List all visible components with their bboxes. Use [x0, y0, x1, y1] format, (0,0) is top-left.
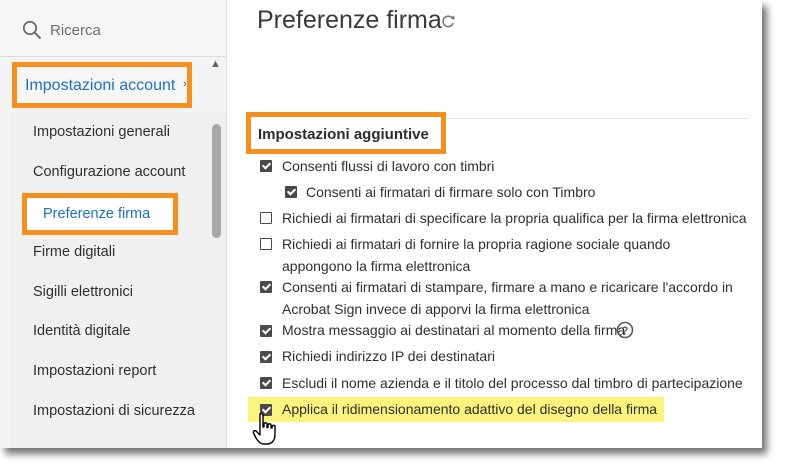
option-label: Applica il ridimensionamento adattivo de…	[282, 401, 658, 417]
sidebar-scrollbar[interactable]	[212, 124, 221, 238]
option-label: Richiedi indirizzo IP dei destinatari	[282, 348, 495, 364]
chevron-icon: ›	[183, 78, 187, 90]
option-label: Richiedi ai firmatari di specificare la …	[282, 210, 747, 226]
app-window: Impostazioni account › ▲ Impostazioni ge…	[0, 0, 762, 448]
option-label: Consenti flussi di lavoro con timbri	[282, 158, 495, 174]
option-label: Escludi il nome azienda e il titolo del …	[282, 375, 743, 391]
checkbox-exclude-company[interactable]	[260, 377, 272, 389]
page-title: Preferenze firma	[257, 6, 442, 34]
sidebar-item-account-setup[interactable]: Configurazione account	[33, 164, 185, 180]
svg-text:?: ?	[622, 325, 629, 337]
search-box	[0, 0, 226, 57]
search-icon	[22, 20, 42, 40]
checkbox-signer-company[interactable]	[260, 238, 272, 250]
sidebar-item-general-settings[interactable]: Impostazioni generali	[33, 124, 170, 140]
option-label: Consenti ai firmatari di stampare, firma…	[282, 279, 733, 317]
section-title: Impostazioni aggiuntive	[258, 126, 429, 143]
section-header: Impostazioni aggiuntive	[246, 112, 446, 154]
sidebar-item-signature-preferences[interactable]: Preferenze firma	[22, 193, 178, 235]
sidebar-item-account-settings[interactable]: Impostazioni account	[12, 62, 192, 108]
sidebar-item-electronic-seals[interactable]: Sigilli elettronici	[33, 284, 133, 300]
sidebar: Impostazioni account › ▲ Impostazioni ge…	[0, 0, 227, 448]
option-label: Mostra messaggio ai destinatari al momen…	[282, 322, 626, 338]
sidebar-item-report-settings[interactable]: Impostazioni report	[33, 363, 156, 379]
sidebar-submenu	[10, 112, 226, 448]
option-label: Richiedi ai firmatari di fornire la prop…	[282, 236, 671, 274]
sidebar-item-digital-signatures[interactable]: Firme digitali	[33, 244, 115, 260]
checkbox-print-sign[interactable]	[260, 281, 272, 293]
sidebar-item-security-settings[interactable]: Impostazioni di sicurezza	[33, 403, 195, 419]
refresh-icon[interactable]	[439, 12, 457, 30]
sidebar-item-label: Impostazioni account	[25, 77, 176, 94]
search-input[interactable]	[50, 20, 215, 40]
sidebar-item-digital-identity[interactable]: Identità digitale	[33, 323, 131, 339]
hand-pointer-icon	[252, 412, 276, 445]
sidebar-item-label: Preferenze firma	[43, 206, 151, 222]
checkbox-show-message[interactable]	[260, 325, 272, 337]
option-label: Consenti ai firmatari di firmare solo co…	[306, 184, 596, 200]
checkbox-stamp-workflows[interactable]	[260, 160, 272, 172]
checkbox-signer-title[interactable]	[260, 212, 272, 224]
checkbox-require-ip[interactable]	[260, 351, 272, 363]
help-icon[interactable]: ?	[616, 321, 634, 339]
scroll-up-arrow-icon[interactable]: ▲	[210, 58, 221, 70]
checkbox-stamp-only[interactable]	[285, 186, 297, 198]
